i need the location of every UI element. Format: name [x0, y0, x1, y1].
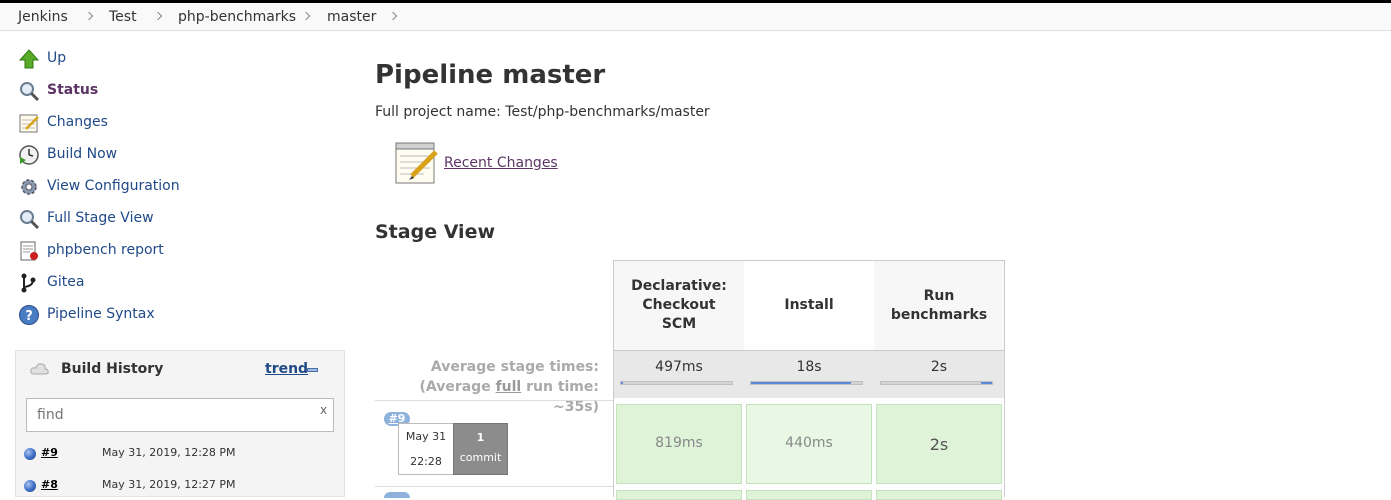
stage-progress-fill — [621, 382, 624, 384]
stage-cell-success[interactable] — [616, 490, 742, 500]
stage-cell-success[interactable]: 2s — [876, 404, 1002, 484]
stage-average-time: 2s — [930, 359, 948, 375]
git-branch-icon — [18, 272, 40, 294]
run-commits-box[interactable]: 1 commit — [453, 423, 508, 475]
build-row: #8 May 31, 2019, 12:27 PM — [24, 477, 334, 497]
run-date: May 31 — [405, 430, 447, 443]
stage-cell-success[interactable] — [746, 490, 872, 500]
stage-header-checkout: Declarative: Checkout SCM — [614, 261, 744, 350]
clear-search-button[interactable]: x — [320, 403, 327, 417]
sidebar-item-label: Up — [47, 50, 67, 66]
stage-view-table: Declarative: Checkout SCM Install Run be… — [613, 260, 1005, 500]
trend-link[interactable]: trend — [265, 361, 308, 377]
stage-duration: 2s — [929, 435, 949, 454]
stage-average-time: 497ms — [655, 359, 703, 375]
full-project-name: Full project name: Test/php-benchmarks/m… — [375, 104, 710, 120]
clock-play-icon — [18, 144, 40, 166]
collapse-icon[interactable] — [307, 368, 318, 372]
stage-progress-fill — [980, 382, 992, 384]
stage-duration: 440ms — [785, 435, 833, 451]
stage-cell-success[interactable]: 440ms — [746, 404, 872, 484]
build-number-link[interactable]: #8 — [41, 478, 58, 491]
sidebar-item-label: Full Stage View — [47, 210, 154, 226]
gear-icon — [18, 176, 40, 198]
sidebar-item-label: Gitea — [47, 274, 85, 290]
row-divider — [375, 486, 613, 487]
stage-average: 497ms — [614, 350, 744, 398]
sidebar-item-label: Status — [47, 82, 99, 98]
stage-header-line: Declarative: — [631, 278, 727, 294]
notepad-icon[interactable] — [394, 140, 438, 190]
build-date: May 31, 2019, 12:27 PM — [102, 478, 236, 491]
build-date: May 31, 2019, 12:28 PM — [102, 446, 236, 459]
stage-progress-fill — [751, 382, 851, 384]
stage-header-install: Install — [744, 261, 874, 350]
build-search-input[interactable] — [26, 398, 334, 432]
breadcrumb-php-benchmarks[interactable]: php-benchmarks — [178, 9, 296, 25]
stage-header-line: SCM — [661, 316, 697, 332]
average-stage-times-label: Average stage times: (Average full run t… — [375, 357, 599, 417]
stage-header-line: Run — [923, 287, 955, 304]
sidebar-item-label: Build Now — [47, 146, 118, 162]
stage-duration: 819ms — [655, 435, 703, 451]
recent-changes-link[interactable]: Recent Changes — [444, 155, 558, 171]
sidebar-item-label: Changes — [47, 114, 108, 130]
status-ball-icon — [24, 480, 36, 492]
average-stage-times-text: Average stage times: — [430, 359, 599, 375]
commit-count: 1 — [476, 431, 485, 444]
help-icon: ? — [18, 304, 40, 326]
build-number-link[interactable]: #9 — [41, 446, 58, 459]
build-row: #9 May 31, 2019, 12:28 PM — [24, 445, 334, 465]
stage-header-line: Checkout — [642, 297, 716, 313]
notepad-icon — [18, 112, 40, 134]
next-run-badge[interactable] — [384, 492, 410, 498]
magnifier-icon — [18, 80, 40, 102]
status-ball-icon — [24, 448, 36, 460]
stage-cell-success[interactable] — [876, 490, 1002, 500]
stage-view-title: Stage View — [375, 221, 496, 243]
breadcrumb-jenkins[interactable]: Jenkins — [18, 9, 68, 25]
breadcrumb-master[interactable]: master — [327, 9, 376, 25]
breadcrumb: Jenkins Test php-benchmarks master — [0, 3, 1391, 31]
sidebar-item-label: Pipeline Syntax — [47, 306, 155, 322]
chevron-right-icon[interactable] — [388, 11, 398, 21]
run-time: 22:28 — [410, 455, 442, 468]
page-title: Pipeline master — [375, 60, 606, 90]
sidebar-item-label: phpbench report — [47, 242, 164, 258]
build-history-panel: Build History trend x #9 May 31, 2019, 1… — [15, 350, 345, 497]
report-icon — [18, 240, 40, 262]
chevron-right-icon[interactable] — [153, 11, 163, 21]
chevron-right-icon[interactable] — [301, 11, 311, 21]
commit-label: commit — [459, 451, 502, 464]
cloud-icon — [30, 361, 50, 380]
row-divider — [375, 400, 613, 401]
run-date-box: May 31 22:28 — [398, 423, 454, 475]
average-run-prefix: (Average — [419, 379, 496, 395]
chevron-right-icon[interactable] — [84, 11, 94, 21]
up-arrow-icon — [18, 48, 40, 70]
stage-average-time: 18s — [796, 359, 822, 375]
stage-header-line: Install — [784, 297, 834, 313]
build-history-title: Build History — [61, 361, 164, 377]
stage-header-line: benchmarks — [890, 306, 988, 323]
svg-text:?: ? — [25, 309, 33, 324]
magnifier-icon — [18, 208, 40, 230]
stage-header-run-benchmarks: Run benchmarks — [874, 261, 1004, 350]
stage-progress-bar — [880, 381, 993, 385]
average-run-suffix: run time: ~35s) — [521, 379, 599, 415]
sidebar-item-label: View Configuration — [47, 178, 180, 194]
breadcrumb-test[interactable]: Test — [109, 9, 137, 25]
stage-average: 2s — [874, 350, 1004, 398]
stage-average: 18s — [744, 350, 874, 398]
recent-changes: Recent Changes — [394, 140, 594, 188]
full-run-link[interactable]: full — [496, 379, 522, 395]
stage-cell-success[interactable]: 819ms — [616, 404, 742, 484]
stage-progress-bar — [620, 381, 733, 385]
stage-progress-bar — [750, 381, 863, 385]
